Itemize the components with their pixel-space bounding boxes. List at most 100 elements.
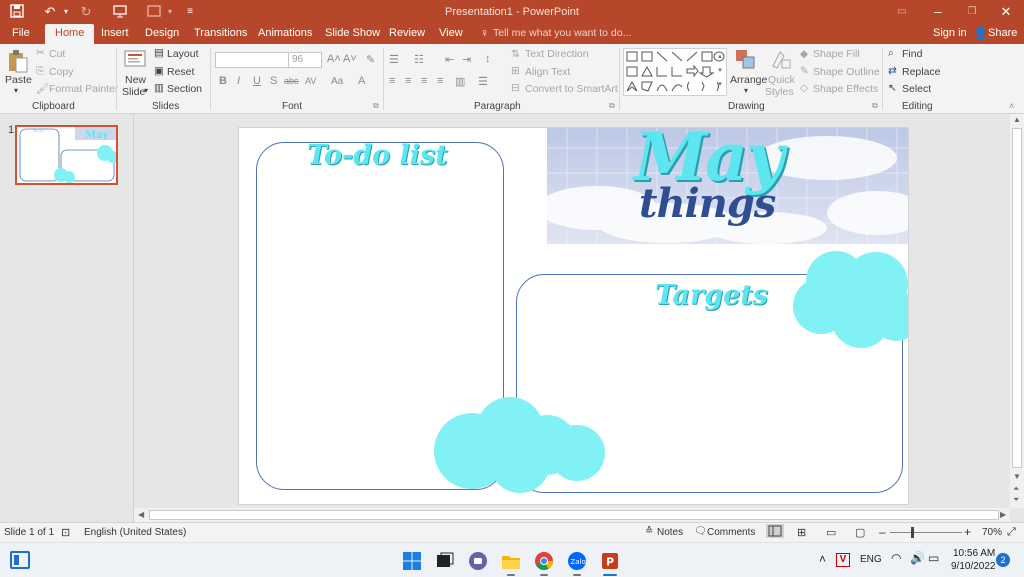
targets-title[interactable]: Targets — [655, 280, 768, 311]
align-right-icon[interactable]: ≡ — [421, 75, 427, 87]
copy-button[interactable]: Copy — [49, 66, 74, 78]
bullets-icon[interactable]: ☰ — [389, 53, 399, 66]
cloud-shape[interactable] — [791, 246, 908, 350]
shapes-gallery-scroll-icon[interactable]: ▴ ▾ ▾ — [715, 50, 725, 94]
increase-font-icon[interactable]: A˄ — [327, 53, 341, 65]
widgets-icon[interactable] — [10, 551, 30, 569]
new-slide-dropdown-icon[interactable]: ▾ — [144, 86, 148, 95]
tell-me-search[interactable]: Tell me what you want to do... — [493, 27, 631, 39]
slide-canvas[interactable]: May things To-do list Targets — [238, 127, 909, 505]
scroll-down-icon[interactable]: ▼ — [1013, 472, 1021, 481]
todo-list-title[interactable]: To-do list — [307, 140, 448, 171]
teams-chat-icon[interactable] — [467, 550, 489, 572]
font-color-icon[interactable]: A — [358, 75, 365, 87]
input-language[interactable]: ENG — [860, 554, 882, 565]
decrease-indent-icon[interactable]: ⇤ — [445, 53, 454, 66]
volume-icon[interactable]: 🔊 — [910, 551, 925, 565]
chevron-up-icon[interactable]: ˄ — [819, 552, 826, 566]
zoom-slider[interactable] — [890, 532, 962, 533]
italic-button[interactable]: I — [237, 75, 240, 87]
chrome-icon[interactable] — [533, 550, 555, 572]
tab-review[interactable]: Review — [389, 27, 425, 39]
shapes-gallery[interactable] — [623, 48, 727, 96]
align-center-icon[interactable]: ≡ — [405, 75, 411, 87]
select-button[interactable]: Select — [902, 83, 931, 95]
font-name-input[interactable] — [215, 52, 289, 68]
scroll-left-icon[interactable]: ◀ — [138, 510, 144, 519]
tab-home[interactable]: Home — [45, 24, 95, 44]
convert-smartart-button[interactable]: Convert to SmartArt — [525, 83, 618, 95]
slide-thumbnail-1[interactable]: May To-do — [15, 125, 118, 185]
zoom-slider-thumb[interactable] — [911, 527, 914, 538]
replace-button[interactable]: Replace — [902, 66, 941, 78]
align-text-button[interactable]: Align Text — [525, 66, 570, 78]
windows-start-icon[interactable] — [401, 550, 423, 572]
shadow-button[interactable]: S — [270, 75, 277, 87]
arrange-dropdown-icon[interactable]: ▾ — [744, 86, 748, 95]
language-status[interactable]: English (United States) — [84, 527, 186, 538]
cut-button[interactable]: Cut — [49, 48, 65, 60]
slideshow-view-icon[interactable]: ▢ — [855, 526, 865, 539]
find-button[interactable]: Find — [902, 48, 922, 60]
clipboard-paste-icon[interactable] — [7, 49, 29, 73]
close-icon[interactable]: ✕ — [998, 4, 1014, 20]
next-slide-icon[interactable]: ⏷ — [1013, 495, 1019, 505]
bold-button[interactable]: B — [219, 75, 227, 87]
clock-date[interactable]: 9/10/2022 — [951, 561, 996, 572]
align-left-icon[interactable]: ≡ — [389, 75, 395, 87]
text-direction-button[interactable]: Text Direction — [525, 48, 589, 60]
slide-sorter-view-icon[interactable]: ⊞ — [797, 526, 806, 539]
justify-icon[interactable]: ≡ — [437, 75, 443, 87]
underline-button[interactable]: U — [253, 75, 261, 87]
paste-button[interactable]: Paste — [5, 74, 32, 86]
wifi-icon[interactable]: ◠ — [891, 551, 901, 565]
shape-fill-button[interactable]: Shape Fill — [813, 48, 860, 60]
restore-icon[interactable]: ❐ — [964, 4, 980, 20]
new-slide-button[interactable]: New — [125, 74, 146, 86]
arrange-icon[interactable] — [734, 48, 756, 70]
battery-icon[interactable]: ▭ — [928, 551, 939, 565]
zoom-level[interactable]: 70% — [982, 527, 1002, 538]
arrange-button[interactable]: Arrange — [730, 74, 767, 86]
sign-in-link[interactable]: Sign in — [933, 27, 967, 39]
comments-button[interactable]: Comments — [707, 527, 755, 538]
task-view-icon[interactable] — [434, 550, 456, 572]
paragraph-direction-icon[interactable]: ☰ — [478, 75, 488, 88]
line-spacing-icon[interactable]: ↕ — [485, 53, 491, 65]
decrease-font-icon[interactable]: A˅ — [343, 53, 357, 65]
layout-button[interactable]: Layout — [167, 48, 199, 60]
zoom-out-icon[interactable]: – — [879, 525, 886, 539]
fit-to-window-icon[interactable]: ⤢ — [1007, 526, 1016, 539]
clock-time[interactable]: 10:56 AM — [953, 548, 995, 559]
zoom-in-icon[interactable]: + — [964, 525, 971, 539]
new-slide-icon[interactable] — [124, 48, 146, 70]
new-slide-label[interactable]: Slide — [122, 86, 145, 98]
powerpoint-icon[interactable]: P — [599, 550, 621, 572]
share-button[interactable]: Share — [988, 27, 1017, 39]
format-painter-button[interactable]: Format Painter — [49, 83, 118, 95]
ribbon-display-icon[interactable]: ▭ — [894, 4, 910, 20]
numbering-icon[interactable]: ☷ — [414, 53, 424, 66]
font-dialog-launcher-icon[interactable]: ⧉ — [373, 101, 379, 111]
antivirus-icon[interactable]: V — [836, 553, 850, 567]
tab-animations[interactable]: Animations — [258, 27, 312, 39]
quick-styles-button[interactable]: Quick — [768, 74, 795, 86]
normal-view-button[interactable] — [766, 524, 784, 538]
horizontal-scrollbar[interactable]: ◀ ▶ — [134, 508, 1010, 522]
vertical-scroll-thumb[interactable] — [1012, 128, 1022, 468]
paragraph-dialog-launcher-icon[interactable]: ⧉ — [609, 101, 615, 111]
drawing-dialog-launcher-icon[interactable]: ⧉ — [872, 101, 878, 111]
tab-insert[interactable]: Insert — [101, 27, 129, 39]
quick-styles-icon[interactable] — [770, 48, 792, 70]
tab-slide-show[interactable]: Slide Show — [325, 27, 380, 39]
increase-indent-icon[interactable]: ⇥ — [462, 53, 471, 66]
shape-outline-button[interactable]: Shape Outline — [813, 66, 880, 78]
scroll-right-icon[interactable]: ▶ — [1000, 510, 1006, 519]
section-button[interactable]: Section — [167, 83, 202, 95]
tab-view[interactable]: View — [439, 27, 463, 39]
spellcheck-icon[interactable]: ⊡ — [61, 526, 70, 539]
notes-button[interactable]: Notes — [657, 527, 683, 538]
tab-transitions[interactable]: Transitions — [194, 27, 247, 39]
minimize-icon[interactable]: – — [930, 4, 946, 20]
tab-file[interactable]: File — [12, 27, 30, 39]
